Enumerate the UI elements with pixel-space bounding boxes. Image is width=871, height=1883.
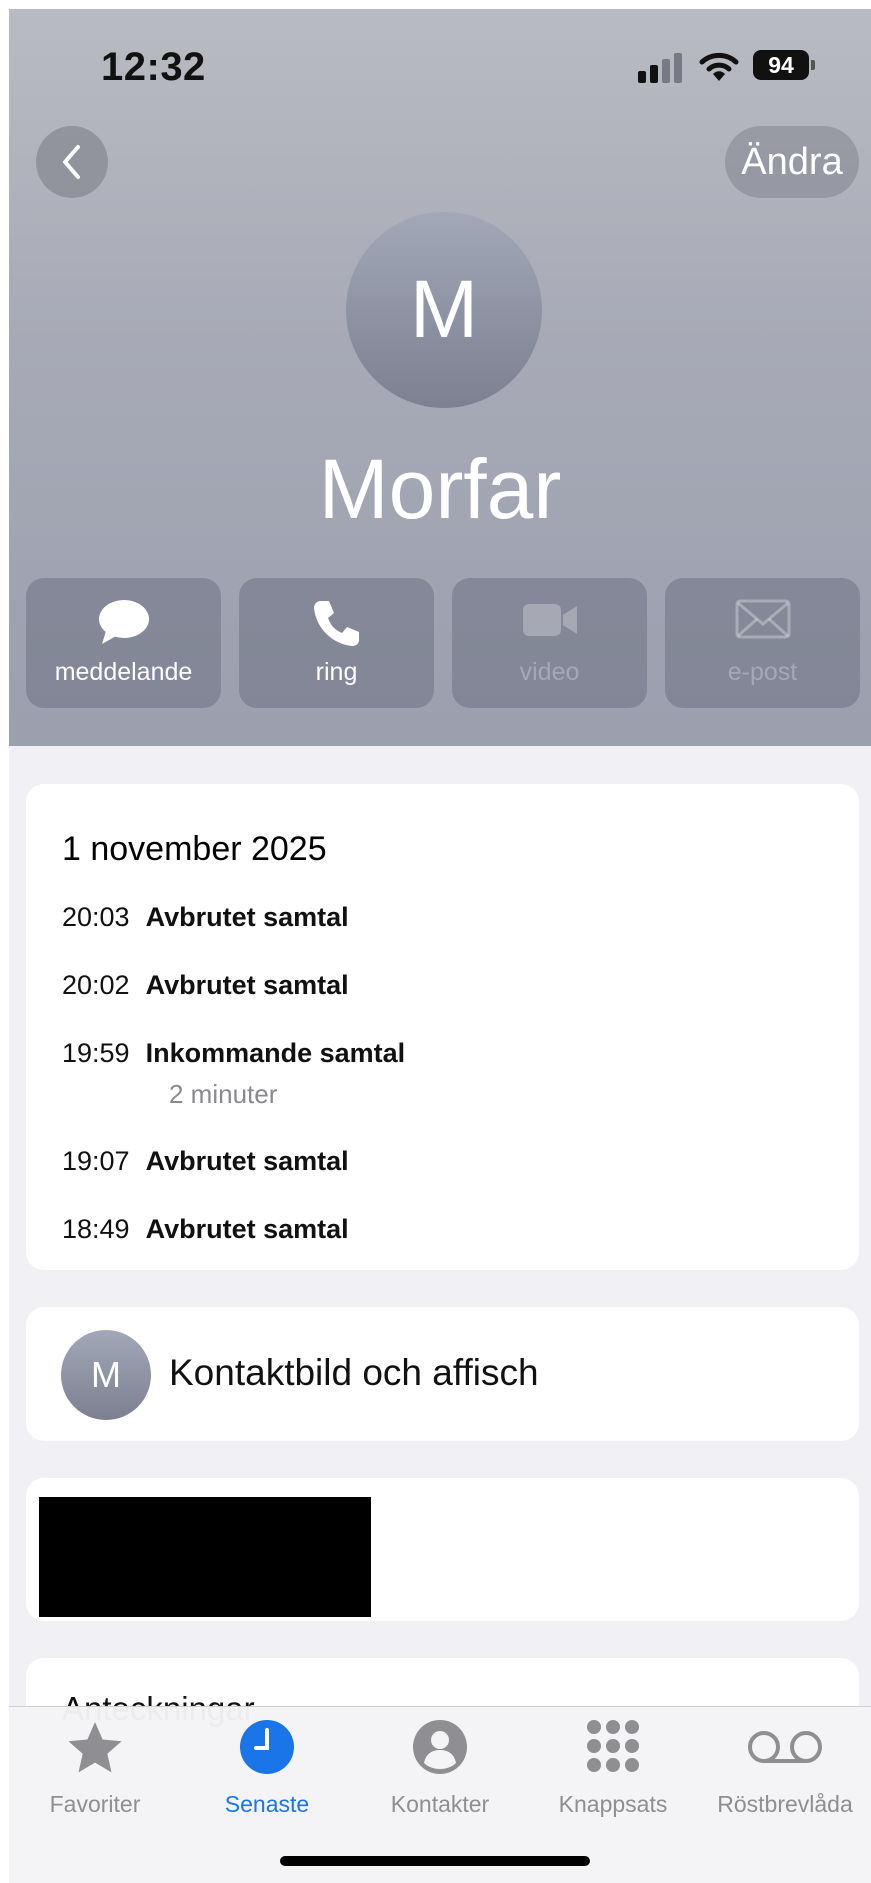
message-bubble-icon (98, 600, 149, 644)
email-action-button[interactable]: e-post (665, 578, 860, 708)
video-action-label: video (519, 658, 580, 686)
battery-indicator: 94 (753, 50, 809, 80)
phone-number-card[interactable] (26, 1478, 859, 1621)
call-time: 20:02 (62, 970, 130, 1000)
video-action-button[interactable]: video (452, 578, 647, 708)
call-row: 18:49 Avbrutet samtal (62, 1214, 349, 1245)
tab-label: Röstbrevlåda (717, 1791, 853, 1817)
tab-kontakter[interactable]: Kontakter (354, 1707, 526, 1827)
call-row: 20:03 Avbrutet samtal (62, 902, 349, 933)
call-time: 19:07 (62, 1146, 130, 1176)
tab-rostbrevlada[interactable]: Röstbrevlåda (699, 1707, 871, 1827)
phone-icon (313, 601, 359, 646)
call-row: 19:07 Avbrutet samtal (62, 1146, 349, 1177)
edit-button[interactable]: Ändra (725, 126, 859, 198)
call-history-date: 1 november 2025 (62, 830, 327, 868)
cellular-signal-icon (638, 51, 686, 83)
person-circle-icon (413, 1720, 467, 1774)
redacted-block (39, 1497, 371, 1617)
call-action-label: ring (315, 658, 358, 686)
call-duration: 2 minuter (169, 1079, 278, 1109)
wifi-icon (699, 52, 739, 81)
tab-label: Senaste (224, 1791, 310, 1817)
call-row: 19:59 Inkommande samtal (62, 1038, 405, 1069)
contact-photo-poster-row[interactable]: M Kontaktbild och affisch (26, 1307, 859, 1441)
back-button[interactable] (36, 126, 108, 198)
call-action-button[interactable]: ring (239, 578, 434, 708)
battery-tip (811, 60, 815, 70)
tab-label: Kontakter (390, 1791, 490, 1817)
envelope-icon (735, 599, 790, 639)
call-time: 19:59 (62, 1038, 130, 1068)
contact-photo-initial: M (91, 1354, 121, 1395)
call-time: 20:03 (62, 902, 130, 932)
call-type: Avbrutet samtal (145, 1146, 349, 1176)
screen: 12:32 94 Ändra M Morfar meddelande ring … (9, 9, 871, 1883)
message-action-label: meddelande (54, 658, 193, 686)
contact-name: Morfar (318, 442, 562, 536)
email-action-label: e-post (727, 658, 798, 686)
keypad-icon (587, 1720, 639, 1772)
voicemail-icon (748, 1731, 822, 1763)
battery-level: 94 (768, 51, 794, 78)
tab-label: Knappsats (558, 1791, 668, 1817)
home-indicator[interactable] (280, 1856, 590, 1866)
contact-header: 12:32 94 Ändra M Morfar meddelande ring … (9, 9, 871, 746)
clock-icon (240, 1720, 294, 1774)
call-type: Avbrutet samtal (145, 1214, 349, 1244)
call-type: Avbrutet samtal (145, 970, 349, 1000)
contact-photo-label: Kontaktbild och affisch (169, 1352, 539, 1393)
call-type: Inkommande samtal (145, 1038, 406, 1068)
tab-label: Favoriter (49, 1791, 141, 1817)
video-camera-icon (522, 604, 577, 636)
tab-knappsats[interactable]: Knappsats (527, 1707, 699, 1827)
tab-senaste[interactable]: Senaste (181, 1707, 353, 1827)
chevron-left-icon (63, 145, 80, 179)
call-row: 20:02 Avbrutet samtal (62, 970, 349, 1001)
tab-favoriter[interactable]: Favoriter (9, 1707, 181, 1827)
contact-photo-avatar: M (61, 1330, 151, 1420)
status-time: 12:32 (101, 45, 206, 89)
star-icon (68, 1722, 122, 1773)
contact-avatar: M (346, 212, 542, 408)
contact-avatar-initial: M (409, 264, 479, 355)
call-history-card: 1 november 2025 20:03 Avbrutet samtal 20:… (26, 784, 859, 1270)
call-type: Avbrutet samtal (145, 902, 349, 932)
message-action-button[interactable]: meddelande (26, 578, 221, 708)
call-time: 18:49 (62, 1214, 130, 1244)
